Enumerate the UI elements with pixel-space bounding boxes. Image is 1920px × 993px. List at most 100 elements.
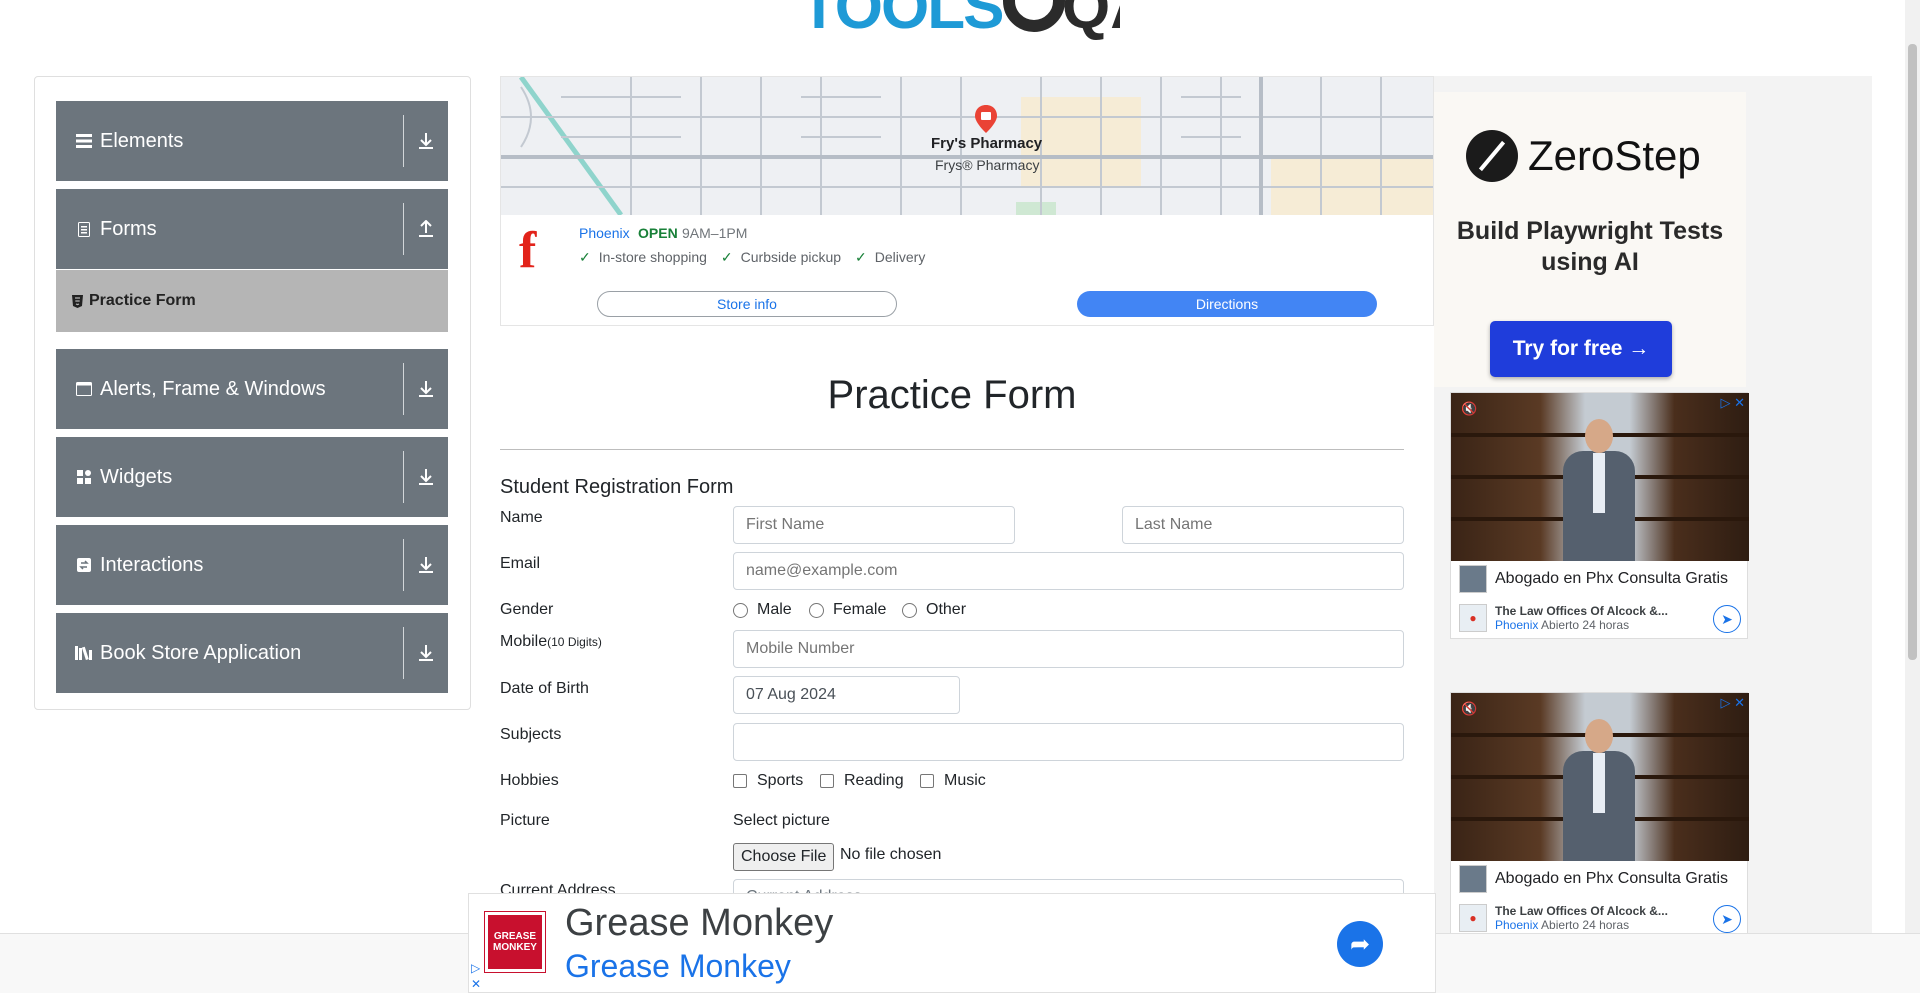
ad-subtitle[interactable]: Grease Monkey (565, 948, 791, 985)
directions-icon[interactable]: ➤ (1713, 605, 1741, 633)
download-arrow-icon[interactable] (404, 468, 448, 486)
page-scrollbar[interactable] (1905, 0, 1920, 933)
download-arrow-icon[interactable] (404, 556, 448, 574)
toolsqa-logo[interactable]: TOOLS QA (800, 0, 1120, 42)
checkbox-label[interactable]: Sports (757, 772, 803, 790)
video-ad[interactable]: 🔇 ▷ ✕ Abogado en Phx Consulta Gratis ● T… (1450, 392, 1749, 639)
hobby-checkbox-music[interactable]: Music (920, 772, 986, 790)
ad-title-row[interactable]: Abogado en Phx Consulta Gratis (1451, 561, 1749, 597)
directions-icon[interactable]: ➤ (1713, 905, 1741, 933)
gear-icon (1003, 0, 1065, 32)
checkbox-label[interactable]: Music (944, 772, 986, 790)
try-for-free-button[interactable]: Try for free → (1490, 321, 1672, 377)
checkbox-box[interactable] (820, 774, 834, 788)
divider (500, 449, 1404, 450)
mute-icon[interactable]: 🔇 (1461, 701, 1477, 717)
check-icon: ✓ (579, 249, 591, 265)
download-arrow-icon[interactable] (404, 132, 448, 150)
first-name-input[interactable] (733, 506, 1015, 544)
bottom-ad[interactable]: GREASE MONKEY Grease Monkey Grease Monke… (468, 893, 1436, 993)
hobby-checkbox-reading[interactable]: Reading (820, 772, 904, 790)
firm-sub: Phoenix Abierto 24 horas (1495, 918, 1668, 932)
firm-status: Abierto 24 horas (1541, 918, 1630, 932)
choose-file-button[interactable]: Choose File (733, 843, 835, 871)
ad-close-icon[interactable]: ▷ ✕ (1720, 395, 1745, 411)
feature-label: Curbside pickup (740, 249, 842, 265)
map-pin-icon[interactable] (975, 105, 997, 133)
advertiser-thumbnail (1459, 565, 1487, 593)
sidebar-group-interactions[interactable]: Interactions (56, 525, 448, 605)
mobile-input[interactable] (733, 630, 1404, 668)
zerostep-logo-icon (1466, 130, 1518, 182)
mobile-label-text: Mobile (500, 633, 548, 650)
map-image[interactable]: Fry's Pharmacy Frys® Pharmacy (501, 77, 1433, 215)
firm-status: Abierto 24 horas (1541, 618, 1630, 632)
video-frame[interactable]: 🔇 ▷ ✕ (1451, 693, 1749, 861)
download-arrow-icon[interactable] (404, 380, 448, 398)
zerostep-brand: ZeroStep (1528, 132, 1701, 179)
video-ad[interactable]: 🔇 ▷ ✕ Abogado en Phx Consulta Gratis ● T… (1450, 692, 1749, 939)
sidebar-group-book-store[interactable]: Book Store Application (56, 613, 448, 693)
upload-arrow-icon[interactable] (404, 220, 448, 238)
sidebar-group-forms[interactable]: Forms (56, 189, 448, 269)
zerostep-ad[interactable]: ZeroStep Build Playwright Tests using AI… (1434, 92, 1746, 387)
ad-location-row[interactable]: ● The Law Offices Of Alcock &... Phoenix… (1451, 599, 1749, 637)
radio-label[interactable]: Other (926, 601, 966, 619)
zerostep-headline: Build Playwright Tests using AI (1456, 217, 1724, 276)
presenter-image (1563, 419, 1635, 561)
sidebar-group-elements[interactable]: Elements (56, 101, 448, 181)
store-city[interactable]: Phoenix (579, 225, 630, 241)
store-status: OPEN (638, 225, 678, 241)
feature-item: ✓ Delivery (855, 249, 925, 266)
ad-location-row[interactable]: ● The Law Offices Of Alcock &... Phoenix… (1451, 899, 1749, 937)
date-of-birth-input[interactable]: 07 Aug 2024 (733, 676, 960, 714)
sidebar-item-practice-form[interactable]: Practice Form (56, 270, 448, 332)
scrollbar-thumb[interactable] (1908, 44, 1917, 660)
firm-name: The Law Offices Of Alcock &... (1495, 604, 1668, 618)
sidebar-group-widgets[interactable]: Widgets (56, 437, 448, 517)
radio-label[interactable]: Female (833, 601, 886, 619)
sidebar-item-label: Practice Form (89, 292, 196, 309)
radio-circle[interactable] (902, 602, 917, 618)
last-name-input[interactable] (1122, 506, 1404, 544)
ad-close-icon[interactable]: ▷ ✕ (1720, 695, 1745, 711)
store-info-row: f Phoenix OPEN 9AM–1PM ✓ In-store shoppin… (501, 215, 1433, 283)
checkbox-box[interactable] (920, 774, 934, 788)
radio-label[interactable]: Male (757, 601, 792, 619)
page-title: Practice Form (827, 373, 1077, 417)
location-pin-icon: ● (1459, 904, 1487, 932)
hobbies-label: Hobbies (500, 772, 559, 789)
directions-icon[interactable]: ➦ (1337, 921, 1383, 967)
gender-radio-other[interactable]: Other (902, 601, 966, 619)
name-label: Name (500, 509, 543, 526)
gender-radio-female[interactable]: Female (809, 601, 886, 619)
mobile-hint: (10 Digits) (547, 635, 602, 649)
map-ad[interactable]: Fry's Pharmacy Frys® Pharmacy f Phoenix … (500, 76, 1434, 326)
email-input[interactable] (733, 552, 1404, 590)
sidebar-group-alerts[interactable]: Alerts, Frame & Windows (56, 349, 448, 429)
ad-title[interactable]: Abogado en Phx Consulta Gratis (1495, 570, 1728, 588)
sidebar-group-label: Book Store Application (100, 641, 302, 664)
checkbox-box[interactable] (733, 774, 747, 788)
store-info-button[interactable]: Store info (597, 291, 897, 317)
interaction-icon (74, 558, 94, 572)
ad-location: The Law Offices Of Alcock &... Phoenix A… (1495, 904, 1668, 932)
download-arrow-icon[interactable] (404, 644, 448, 662)
mobile-label: Mobile(10 Digits) (500, 633, 602, 651)
ad-title[interactable]: Abogado en Phx Consulta Gratis (1495, 870, 1728, 888)
adchoices-icon[interactable]: ▷ ✕ (471, 960, 481, 992)
hobby-checkbox-sports[interactable]: Sports (733, 772, 803, 790)
video-frame[interactable]: 🔇 ▷ ✕ (1451, 393, 1749, 561)
subjects-input[interactable] (733, 723, 1404, 761)
ad-location: The Law Offices Of Alcock &... Phoenix A… (1495, 604, 1668, 632)
directions-button[interactable]: Directions (1077, 291, 1377, 317)
radio-circle[interactable] (733, 602, 748, 618)
feature-item: ✓ In-store shopping (579, 249, 707, 266)
mute-icon[interactable]: 🔇 (1461, 401, 1477, 417)
ad-title-row[interactable]: Abogado en Phx Consulta Gratis (1451, 861, 1749, 897)
checkbox-label[interactable]: Reading (844, 772, 904, 790)
ad-title[interactable]: Grease Monkey (565, 902, 833, 945)
radio-circle[interactable] (809, 602, 824, 618)
form-subtitle: Student Registration Form (500, 476, 734, 498)
gender-radio-male[interactable]: Male (733, 601, 792, 619)
